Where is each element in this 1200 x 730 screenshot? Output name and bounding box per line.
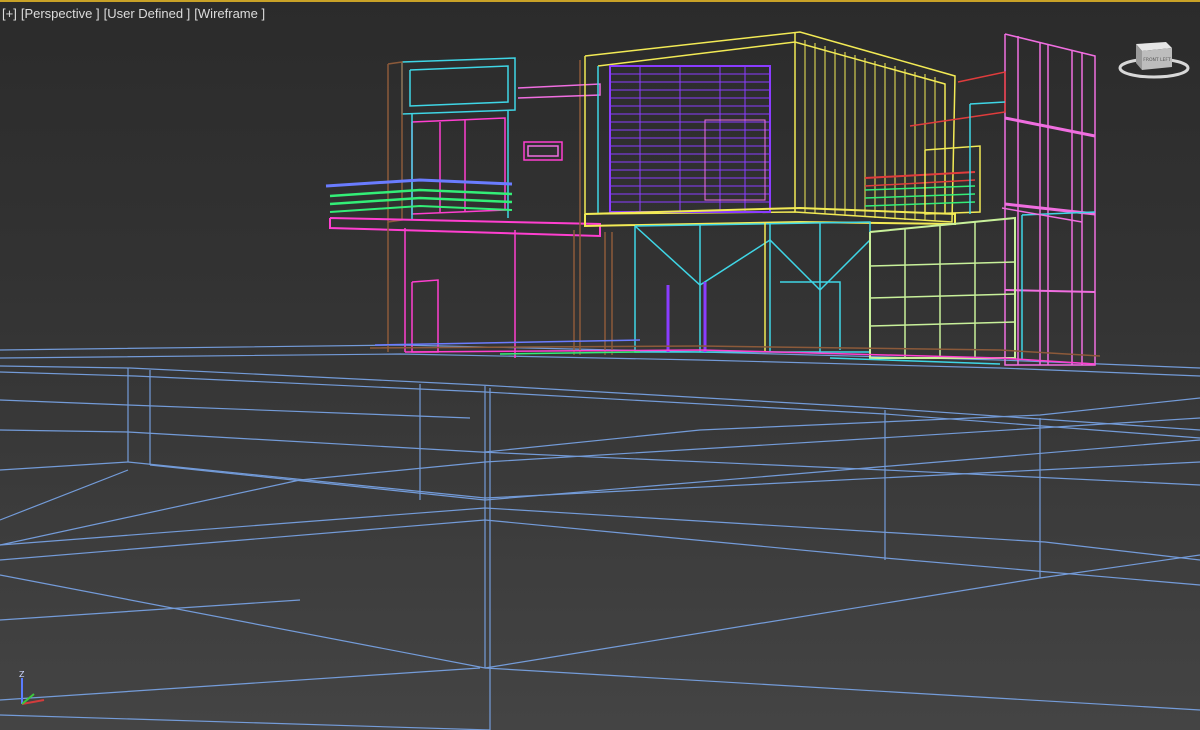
building-left-wing[interactable] xyxy=(325,57,601,358)
building-center-ground-floor[interactable] xyxy=(604,221,871,355)
axis-z-label: Z xyxy=(19,670,25,679)
wireframe-scene[interactable] xyxy=(0,0,1200,730)
center-block-louvers xyxy=(804,40,936,221)
viewport-plus-menu[interactable]: [+] xyxy=(2,6,17,21)
viewport-label-menu: [+] [Perspective ] [User Defined ] [Wirefra… xyxy=(2,6,269,21)
viewcube-icon[interactable]: FRONT LEFT xyxy=(1116,36,1192,82)
axis-tripod-icon: Z xyxy=(19,670,45,705)
viewport-point-of-view-menu[interactable]: [Perspective ] xyxy=(21,6,100,21)
building-right-tower[interactable] xyxy=(864,33,1096,366)
purple-screen-slats xyxy=(610,66,770,212)
perspective-viewport[interactable]: [+] [Perspective ] [User Defined ] [Wirefra… xyxy=(0,0,1200,730)
terrain-wireframe[interactable] xyxy=(0,344,1200,730)
viewport-camera-menu[interactable]: [User Defined ] xyxy=(104,6,191,21)
viewport-shading-menu[interactable]: [Wireframe ] xyxy=(194,6,265,21)
viewcube-face-label: FRONT LEFT xyxy=(1143,57,1171,63)
